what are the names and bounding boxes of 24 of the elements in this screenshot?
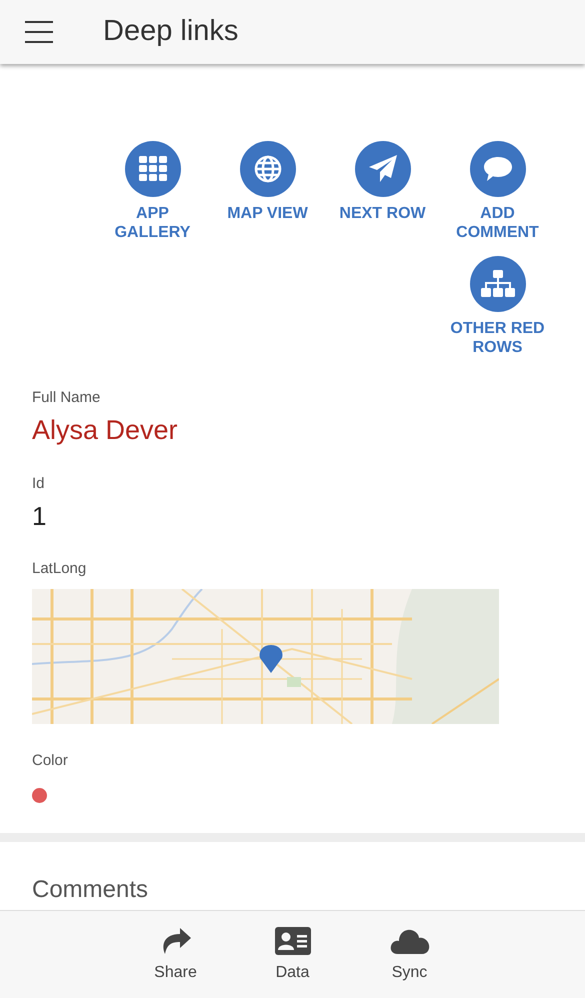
nav-button[interactable]: Share — [136, 927, 216, 998]
field-label: Id — [32, 474, 45, 494]
field-label: Full Name — [32, 388, 100, 408]
action-button[interactable]: MAP VIEW — [210, 141, 325, 242]
speech-bubble-icon — [482, 156, 512, 182]
menu-icon[interactable] — [25, 21, 53, 43]
field-label: Color — [32, 750, 68, 771]
field-value: 1 — [32, 500, 46, 532]
sitemap-icon — [480, 270, 514, 298]
paper-plane-icon — [368, 154, 398, 184]
action-button[interactable]: OTHER RED ROWS — [440, 256, 555, 357]
action-button[interactable]: NEXT ROW — [325, 141, 440, 242]
globe-icon — [254, 155, 282, 183]
field-label: LatLong — [32, 559, 86, 580]
name-value: Alysa Dever — [32, 414, 178, 447]
id-card-icon — [274, 927, 310, 955]
section-title: Comments — [32, 876, 148, 904]
action-button[interactable]: APP GALLERY — [95, 141, 210, 242]
cloud-icon — [390, 927, 430, 955]
nav-button[interactable]: Data — [252, 927, 332, 998]
nav-button[interactable]: Sync — [370, 927, 450, 998]
grid-icon — [138, 156, 168, 182]
action-button[interactable]: ADD COMMENT — [440, 141, 555, 242]
page-title: Deep links — [103, 14, 238, 50]
